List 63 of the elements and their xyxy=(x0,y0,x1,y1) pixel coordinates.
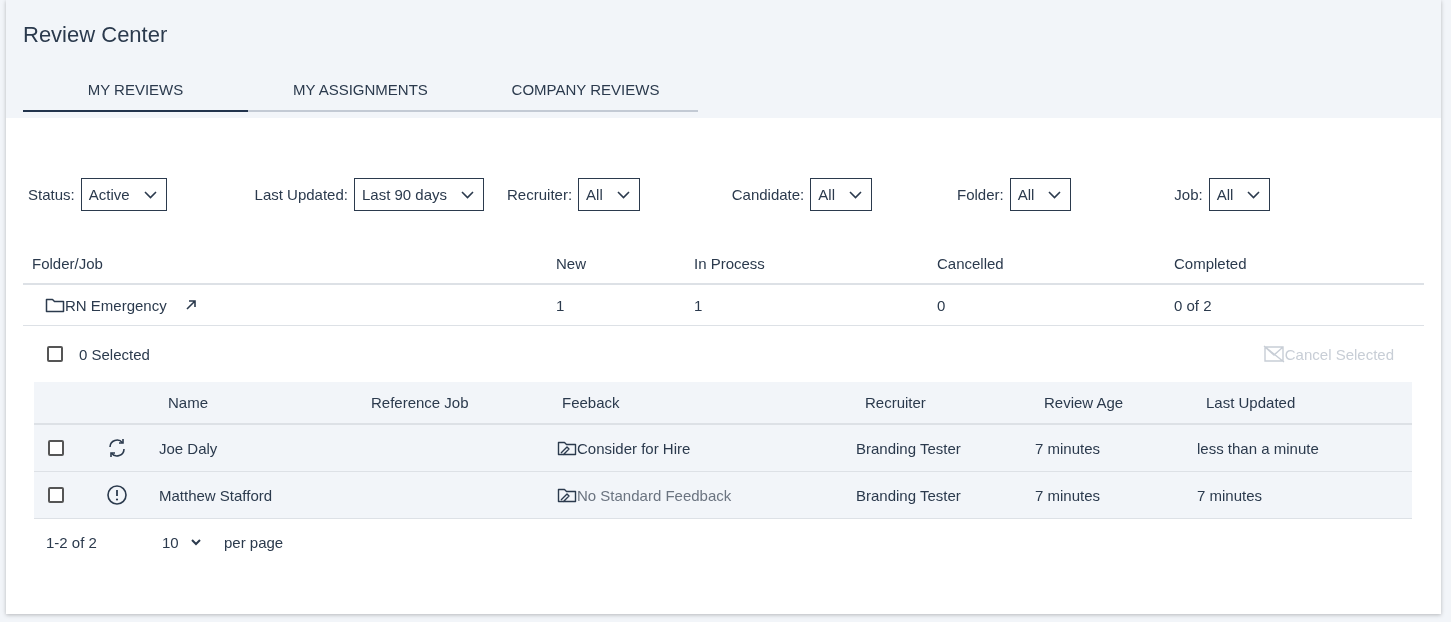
chevron-down-icon xyxy=(190,538,201,546)
folder-pen-icon xyxy=(557,440,577,456)
column-header: Completed xyxy=(1174,254,1248,272)
filter-label: Job: xyxy=(1174,186,1203,203)
row-checkbox[interactable] xyxy=(48,487,64,503)
alert-icon xyxy=(106,484,128,506)
chevron-down-icon xyxy=(461,190,475,199)
per-page-dropdown[interactable]: 10 xyxy=(162,533,224,551)
page-title: Review Center xyxy=(23,22,169,49)
table-cell-text: Branding Tester xyxy=(856,439,962,457)
page-range: 1-2 of 2 xyxy=(46,533,98,551)
filter-label: Folder: xyxy=(956,186,1004,203)
folder-icon xyxy=(45,297,65,313)
table-cell-text: Branding Tester xyxy=(856,486,962,504)
filter-dropdown[interactable]: All xyxy=(1009,178,1072,211)
table-cell-text: 0 of 2 xyxy=(1174,296,1213,314)
chevron-down-icon xyxy=(1048,190,1062,199)
feedback-text: No Standard Feedback xyxy=(577,486,732,504)
column-header: Last Updated xyxy=(1205,394,1297,411)
table-cell-text: 7 minutes xyxy=(1197,486,1264,504)
filter-label: Recruiter: xyxy=(507,186,573,203)
chevron-down-icon xyxy=(848,190,862,199)
column-header: Name xyxy=(167,394,209,411)
column-header: Reference Job xyxy=(370,394,470,411)
chevron-down-icon xyxy=(616,190,630,199)
crossed-envelope-icon xyxy=(1262,345,1285,363)
candidate-name: Matthew Stafford xyxy=(159,486,274,504)
filter-dropdown[interactable]: All xyxy=(578,178,640,211)
table-cell-text: 0 xyxy=(937,296,947,314)
folder-pen-icon xyxy=(557,487,577,503)
tab[interactable]: MY REVIEWS xyxy=(23,68,248,112)
filter-dropdown[interactable]: Last 90 days xyxy=(353,178,485,211)
arrow-up-right-icon[interactable] xyxy=(184,299,197,311)
per-page-label: per page xyxy=(224,533,284,551)
chevron-down-icon xyxy=(143,190,157,199)
column-header: Folder/Job xyxy=(32,254,104,272)
chevron-down-icon xyxy=(1247,190,1261,199)
table-cell-text: 1 xyxy=(694,296,704,314)
refresh-icon xyxy=(106,437,128,459)
tab[interactable]: COMPANY REVIEWS xyxy=(473,68,698,112)
folder-name[interactable]: RN Emergency xyxy=(65,296,167,314)
table-cell-text: 1 xyxy=(556,296,566,314)
column-header: Recruiter xyxy=(864,394,927,411)
column-header: Cancelled xyxy=(937,254,1005,272)
column-header: In Process xyxy=(694,254,766,272)
column-header: Review Age xyxy=(1043,394,1125,411)
filter-label: Candidate: xyxy=(731,186,805,203)
column-header: New xyxy=(556,254,587,272)
row-checkbox[interactable] xyxy=(48,440,64,456)
filter-dropdown[interactable]: All xyxy=(1208,178,1271,211)
feedback-text: Consider for Hire xyxy=(577,439,691,457)
filter-dropdown[interactable]: Active xyxy=(80,178,167,211)
table-cell-text: 7 minutes xyxy=(1035,486,1102,504)
candidate-name: Joe Daly xyxy=(159,439,219,457)
tab[interactable]: MY ASSIGNMENTS xyxy=(248,68,473,112)
checkbox[interactable] xyxy=(47,346,63,362)
table-cell-text: less than a minute xyxy=(1197,439,1320,457)
table-cell-text: 7 minutes xyxy=(1035,439,1102,457)
selected-count: 0 Selected xyxy=(79,345,150,363)
filter-dropdown[interactable]: All xyxy=(810,178,872,211)
filter-label: Status: xyxy=(28,186,75,203)
filter-label: Last Updated: xyxy=(254,186,348,203)
column-header: Feeback xyxy=(561,394,621,411)
